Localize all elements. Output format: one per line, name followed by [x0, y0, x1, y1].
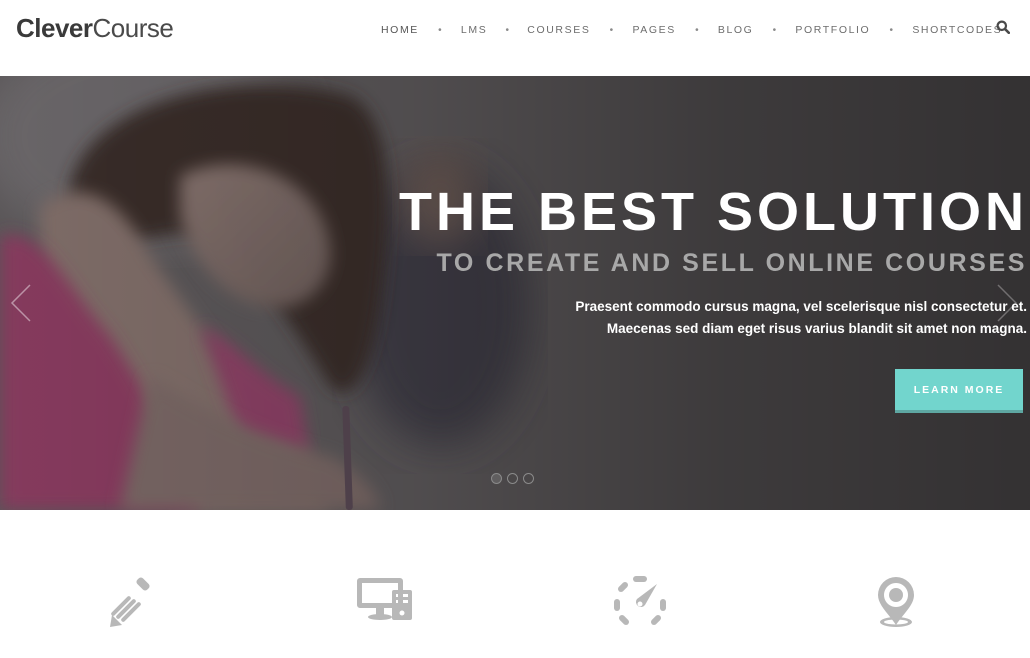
- chevron-left-icon: [10, 284, 31, 322]
- hero-description: Praesent commodo cursus magna, vel scele…: [575, 296, 1027, 340]
- nav-shortcodes[interactable]: SHORTCODES: [912, 24, 1002, 36]
- site-header: CleverCourse HOME • LMS • COURSES • PAGE…: [0, 0, 1030, 76]
- hero-title: THE BEST SOLUTION: [398, 182, 1028, 242]
- slider-pagination: [491, 473, 534, 484]
- pencil-icon: [110, 577, 150, 627]
- nav-separator: •: [505, 24, 510, 36]
- nav-portfolio[interactable]: PORTFOLIO: [795, 24, 870, 36]
- nav-pages[interactable]: PAGES: [632, 24, 675, 36]
- chevron-right-icon: [997, 284, 1018, 322]
- slider-dot-2[interactable]: [507, 473, 518, 484]
- search-button[interactable]: [996, 20, 1012, 36]
- nav-separator: •: [609, 24, 614, 36]
- nav-lms[interactable]: LMS: [461, 24, 487, 36]
- slider-dot-1[interactable]: [491, 473, 502, 484]
- logo-bold-text: Clever: [16, 13, 93, 43]
- search-icon: [996, 20, 1011, 35]
- slider-dot-3[interactable]: [523, 473, 534, 484]
- hero-subtitle: TO CREATE AND SELL ONLINE COURSES: [436, 249, 1027, 277]
- map-pin-icon: [878, 577, 914, 627]
- nav-separator: •: [695, 24, 699, 36]
- logo[interactable]: CleverCourse: [16, 13, 174, 43]
- desktop-computer-icon: [357, 578, 412, 620]
- hero-slider: THE BEST SOLUTION TO CREATE AND SELL ONL…: [0, 76, 1030, 510]
- slider-prev-button[interactable]: [8, 282, 36, 324]
- nav-separator: •: [772, 24, 777, 36]
- learn-more-button[interactable]: LEARN MORE: [895, 369, 1023, 413]
- nav-courses[interactable]: COURSES: [527, 24, 590, 36]
- hero-overlay: [0, 76, 1030, 510]
- main-nav: HOME • LMS • COURSES • PAGES • BLOG • PO…: [381, 22, 1002, 38]
- hero-description-line: Praesent commodo cursus magna, vel scele…: [575, 299, 1027, 314]
- nav-separator: •: [889, 24, 894, 36]
- nav-blog[interactable]: BLOG: [718, 24, 754, 36]
- hero-description-line: Maecenas sed diam eget risus varius blan…: [606, 321, 1027, 336]
- slider-next-button[interactable]: [992, 282, 1020, 324]
- speedometer-icon: [614, 576, 666, 625]
- features-section: [0, 510, 1030, 658]
- logo-light-text: Course: [92, 13, 174, 43]
- nav-separator: •: [438, 24, 442, 36]
- nav-home[interactable]: HOME: [381, 24, 419, 36]
